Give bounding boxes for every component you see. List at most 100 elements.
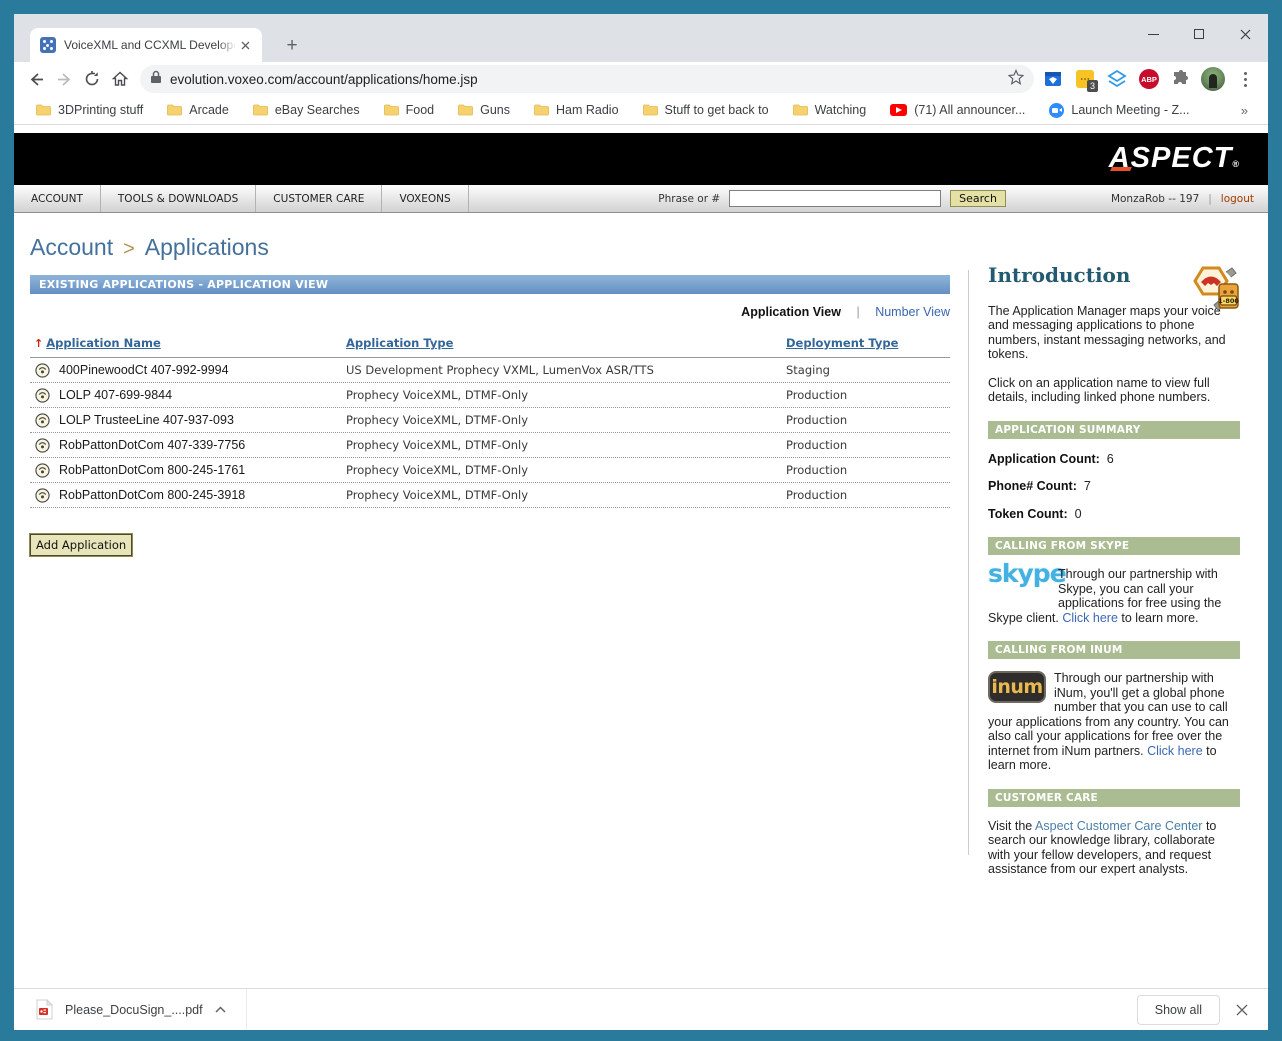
address-bar[interactable]: evolution.voxeo.com/account/applications… (140, 65, 1034, 93)
bookmark-folder[interactable]: Food (376, 100, 443, 120)
back-icon[interactable] (22, 65, 50, 93)
site-navbar: ACCOUNT TOOLS & DOWNLOADS CUSTOMER CARE … (14, 185, 1268, 213)
bookmark-zoom[interactable]: Launch Meeting - Z... (1041, 100, 1197, 121)
new-tab-button[interactable]: + (280, 34, 304, 58)
puzzle-extensions-icon[interactable] (1168, 66, 1194, 92)
browser-toolbar: evolution.voxeo.com/account/applications… (14, 62, 1268, 96)
adblock-plus-icon[interactable]: ABP (1136, 66, 1162, 92)
application-name-cell[interactable]: LOLP TrusteeLine 407-937-093 (30, 413, 346, 428)
downloads-bar: Please_DocuSign_....pdf Show all (14, 988, 1268, 1030)
chevron-up-icon[interactable] (215, 1006, 226, 1013)
show-all-downloads-button[interactable]: Show all (1137, 995, 1220, 1025)
extension-badge: 3 (1087, 80, 1098, 92)
browser-menu-icon[interactable] (1232, 66, 1258, 92)
bookmark-folder[interactable]: eBay Searches (245, 100, 368, 120)
bookmark-folder[interactable]: Stuff to get back to (635, 100, 777, 120)
bookmarks-bar: 3DPrinting stuff Arcade eBay Searches Fo… (14, 96, 1268, 125)
bookmarks-overflow-chevron[interactable]: » (1235, 103, 1254, 118)
download-filename: Please_DocuSign_....pdf (65, 1003, 203, 1017)
deployment-type-cell: Staging (786, 363, 950, 377)
bookmark-folder[interactable]: Ham Radio (526, 100, 627, 120)
extension-layers-icon[interactable] (1104, 66, 1130, 92)
application-name-cell[interactable]: RobPattonDotCom 407-339-7756 (30, 438, 346, 453)
application-count: Application Count: 6 (988, 452, 1240, 467)
tab-close-icon[interactable] (236, 36, 254, 54)
sidebar-divider (968, 270, 969, 855)
close-button[interactable] (1222, 14, 1268, 54)
applications-table: ↑Application Name Application Type Deplo… (30, 332, 950, 508)
skype-logo: skype (988, 567, 1052, 609)
application-type-cell: Prophecy VoiceXML, DTMF-Only (346, 413, 786, 427)
nav-tools-downloads[interactable]: TOOLS & DOWNLOADS (101, 185, 256, 212)
profile-avatar[interactable] (1200, 66, 1226, 92)
number-view-link[interactable]: Number View (875, 305, 950, 319)
folder-icon (793, 104, 808, 116)
download-item[interactable]: Please_DocuSign_....pdf (14, 989, 247, 1030)
inum-learn-more-link[interactable]: Click here (1147, 744, 1203, 758)
table-row: RobPattonDotCom 407-339-7756 Prophecy Vo… (30, 433, 950, 458)
application-type-cell: Prophecy VoiceXML, DTMF-Only (346, 388, 786, 402)
inum-logo: inum (988, 671, 1046, 713)
bookmark-folder[interactable]: Guns (450, 100, 518, 120)
logout-link[interactable]: logout (1221, 193, 1254, 205)
bookmark-folder[interactable]: Watching (785, 100, 875, 120)
deployment-type-cell: Production (786, 463, 950, 477)
header-deployment-type[interactable]: Deployment Type (786, 336, 898, 350)
bookmark-youtube[interactable]: (71) All announcer... (882, 100, 1033, 120)
customer-care-center-link[interactable]: Aspect Customer Care Center (1035, 819, 1202, 833)
calling-from-inum-bar: CALLING FROM INUM (988, 641, 1240, 659)
application-type-cell: Prophecy VoiceXML, DTMF-Only (346, 438, 786, 452)
skype-learn-more-link[interactable]: Click here (1062, 611, 1118, 625)
application-name-cell[interactable]: RobPattonDotCom 800-245-3918 (30, 488, 346, 503)
breadcrumb-account[interactable]: Account (30, 234, 113, 260)
nav-account[interactable]: ACCOUNT (14, 185, 101, 212)
username-label: MonzaRob -- 197 (1111, 193, 1199, 205)
view-toggle: Application View | Number View (30, 305, 950, 319)
extension-window-icon[interactable] (1040, 66, 1066, 92)
sidebar: Introduction 1-800 The Application Manag… (988, 213, 1240, 877)
forward-icon[interactable] (50, 65, 78, 93)
deployment-type-cell: Production (786, 413, 950, 427)
minimize-button[interactable] (1130, 14, 1176, 54)
search-button[interactable]: Search (950, 190, 1006, 207)
header-application-type[interactable]: Application Type (346, 336, 453, 350)
deployment-type-cell: Production (786, 438, 950, 452)
bookmark-folder[interactable]: Arcade (159, 100, 237, 120)
nav-customer-care[interactable]: CUSTOMER CARE (256, 185, 382, 212)
url-text[interactable]: evolution.voxeo.com/account/applications… (170, 72, 1008, 87)
browser-tab[interactable]: VoiceXML and CCXML Developer (30, 28, 262, 62)
panel-title-bar: EXISTING APPLICATIONS - APPLICATION VIEW (30, 275, 950, 294)
nav-voxeons[interactable]: VOXEONS (382, 185, 468, 212)
reload-icon[interactable] (78, 65, 106, 93)
lock-icon (150, 70, 162, 89)
downloads-close-icon[interactable] (1236, 1004, 1248, 1016)
maximize-button[interactable] (1176, 14, 1222, 54)
application-name-cell[interactable]: 400PinewoodCt 407-992-9994 (30, 363, 346, 378)
customer-care-bar: CUSTOMER CARE (988, 789, 1240, 807)
tab-favicon-icon (40, 37, 56, 53)
bookmark-folder[interactable]: 3DPrinting stuff (28, 100, 151, 120)
folder-icon (167, 104, 182, 116)
application-view-toggle[interactable]: Application View (741, 305, 841, 319)
home-icon[interactable] (106, 65, 134, 93)
table-row: LOLP TrusteeLine 407-937-093 Prophecy Vo… (30, 408, 950, 433)
application-name-cell[interactable]: RobPattonDotCom 800-245-1761 (30, 463, 346, 478)
table-row: 400PinewoodCt 407-992-9994 US Developmen… (30, 358, 950, 383)
header-application-name[interactable]: Application Name (46, 336, 161, 350)
table-header-row: ↑Application Name Application Type Deplo… (30, 332, 950, 358)
bookmark-star-icon[interactable] (1008, 69, 1024, 90)
application-type-cell: Prophecy VoiceXML, DTMF-Only (346, 488, 786, 502)
application-name-cell[interactable]: LOLP 407-699-9844 (30, 388, 346, 403)
table-row: LOLP 407-699-9844 Prophecy VoiceXML, DTM… (30, 383, 950, 408)
page-content: ASPECT® ACCOUNT TOOLS & DOWNLOADS CUSTOM… (14, 125, 1268, 988)
voice-app-icon (35, 463, 50, 478)
zoom-icon (1049, 103, 1064, 118)
search-input[interactable] (729, 190, 941, 207)
add-application-button[interactable]: Add Application (30, 534, 132, 556)
extension-notes-icon[interactable]: ⋯ 3 (1072, 66, 1098, 92)
pdf-file-icon (36, 999, 53, 1020)
voice-app-icon (35, 363, 50, 378)
phone-toolbox-icon: 1-800 (1186, 266, 1240, 318)
intro-paragraph-2: Click on an application name to view ful… (988, 376, 1240, 405)
browser-window: VoiceXML and CCXML Developer + (14, 14, 1268, 1030)
